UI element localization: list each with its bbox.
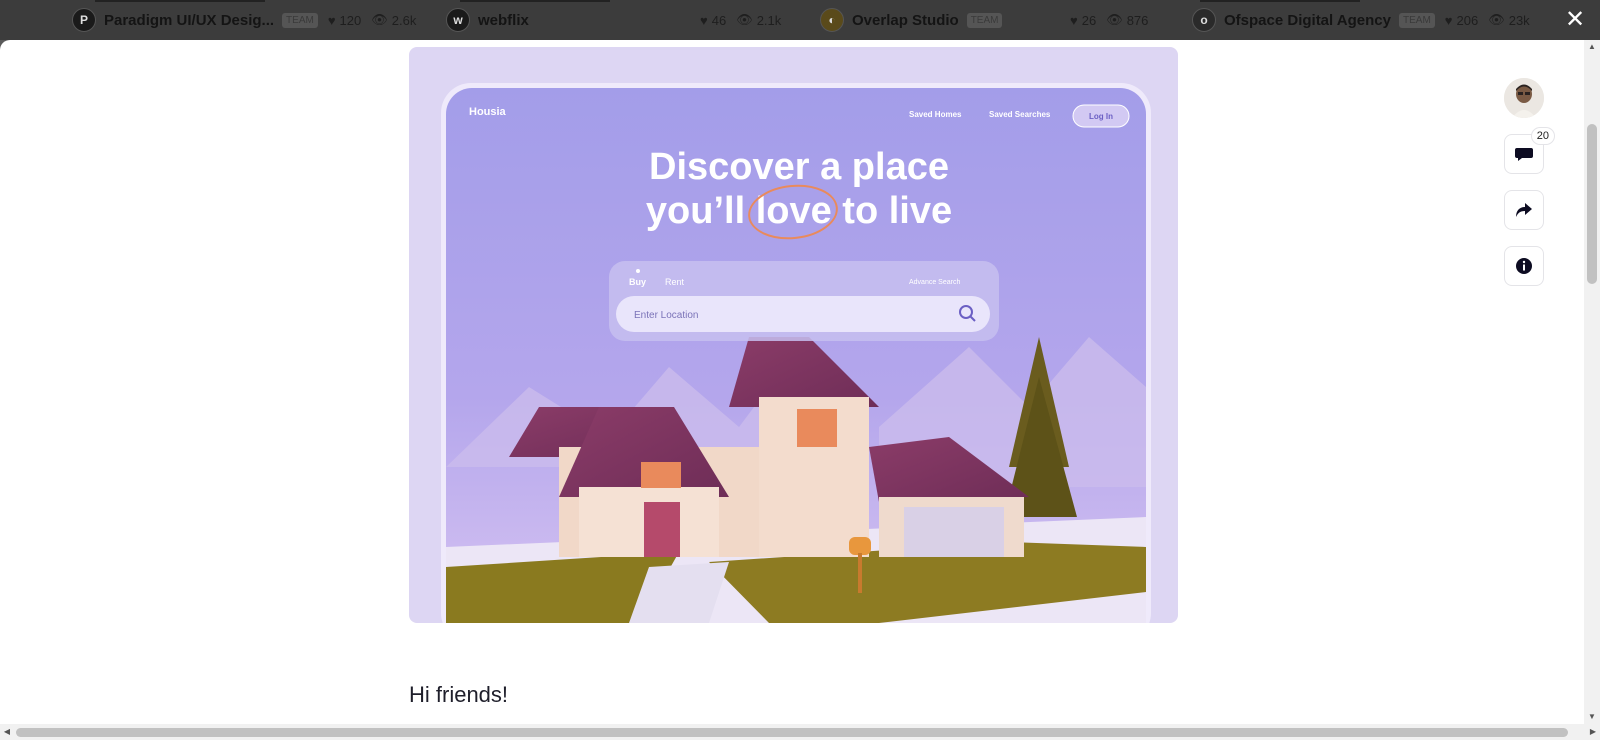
likes-stat: ♥ 26 [1070, 13, 1096, 28]
likes-count: 46 [711, 12, 727, 28]
close-icon[interactable]: ✕ [1562, 6, 1588, 32]
info-icon [1516, 258, 1532, 274]
likes-stat: ♥ 46 [700, 13, 726, 28]
feed-card-webflix-stats: ♥ 46 👁 2.1k [690, 0, 781, 40]
scroll-left-arrow-icon[interactable]: ◀ [0, 724, 14, 740]
heart-icon: ♥ [1444, 12, 1453, 28]
views-stat: 👁 23k [1488, 12, 1529, 28]
team-badge: TEAM [1399, 12, 1435, 28]
eye-icon: 👁 [736, 12, 753, 27]
hero-headline-2: you’ll love to live [646, 190, 952, 232]
login-button: Log In [1089, 112, 1113, 121]
avatar-image [1504, 78, 1544, 118]
team-badge: TEAM [966, 12, 1003, 28]
designer-avatar[interactable] [1504, 78, 1544, 118]
tab-buy: Buy [629, 277, 646, 287]
views-stat: 👁 2.6k [371, 12, 416, 28]
likes-stat: ♥ 120 [328, 13, 361, 28]
horizontal-scroll-thumb[interactable] [16, 728, 1568, 737]
paradigm-logo: P [72, 8, 96, 32]
headline-part: to live [832, 190, 952, 232]
vertical-scroll-thumb[interactable] [1587, 124, 1597, 284]
tab-rent: Rent [665, 277, 685, 287]
comment-icon [1515, 148, 1533, 161]
hero-headline-1: Discover a place [649, 146, 949, 188]
background-feed: P Paradigm UI/UX Desig... TEAM ♥ 120 👁 2.6… [0, 0, 1600, 40]
eye-icon: 👁 [1488, 12, 1505, 27]
views-stat: 👁 2.1k [736, 12, 781, 28]
horizontal-scrollbar[interactable]: ◀ ▶ [0, 724, 1600, 740]
description-greeting: Hi friends! [409, 682, 509, 707]
comments-button[interactable]: 20 [1504, 127, 1555, 174]
housia-brand: Housia [469, 106, 507, 118]
likes-count: 120 [339, 12, 362, 28]
heart-icon: ♥ [327, 12, 336, 28]
views-count: 23k [1508, 12, 1530, 28]
action-column: 20 [1504, 78, 1555, 286]
feed-card-ofspace[interactable]: o Ofspace Digital Agency TEAM ♥ 206 👁 23k [1192, 0, 1530, 40]
likes-count: 26 [1081, 12, 1097, 28]
feed-card-webflix[interactable]: w webflix [446, 0, 529, 40]
scroll-down-arrow-icon[interactable]: ▼ [1584, 710, 1600, 724]
shot-modal: Housia Saved Homes Saved Searches Log In… [0, 40, 1600, 740]
views-count: 2.6k [391, 12, 417, 28]
card-title: Paradigm UI/UX Desig... [104, 11, 275, 29]
feed-card-overlap[interactable]: ◐ Overlap Studio TEAM [820, 0, 1003, 40]
headline-love: love [756, 190, 832, 232]
heart-icon: ♥ [1070, 12, 1078, 28]
webflix-logo: w [446, 8, 470, 32]
scroll-up-arrow-icon[interactable]: ▲ [1584, 40, 1600, 54]
nav-saved-homes: Saved Homes [909, 110, 962, 119]
heart-icon: ♥ [700, 12, 708, 28]
likes-stat: ♥ 206 [1445, 13, 1478, 28]
feed-card-overlap-stats: ♥ 26 👁 876 [1060, 0, 1148, 40]
nav-saved-searches: Saved Searches [989, 110, 1051, 119]
views-count: 876 [1126, 12, 1149, 28]
overlap-logo: ◐ [820, 8, 844, 32]
headline-part: you’ll [646, 190, 756, 232]
share-button[interactable] [1504, 190, 1544, 230]
card-title: Overlap Studio [852, 11, 959, 29]
ofspace-logo: o [1192, 8, 1216, 32]
shot-image: Housia Saved Homes Saved Searches Log In… [409, 47, 1178, 623]
advance-search-link: Advance Search [909, 279, 960, 286]
housia-illustration: Housia Saved Homes Saved Searches Log In… [441, 83, 1151, 623]
comments-count-badge: 20 [1530, 127, 1555, 145]
eye-icon: 👁 [1106, 12, 1123, 27]
team-badge: TEAM [282, 12, 318, 28]
location-placeholder: Enter Location [634, 310, 699, 321]
card-title: webflix [478, 11, 529, 29]
likes-count: 206 [1456, 12, 1479, 28]
vertical-scrollbar[interactable]: ▲ ▼ [1584, 40, 1600, 724]
card-title: Ofspace Digital Agency [1224, 11, 1391, 29]
views-count: 2.1k [756, 12, 782, 28]
share-icon [1516, 203, 1532, 217]
info-button[interactable] [1504, 246, 1544, 286]
scroll-right-arrow-icon[interactable]: ▶ [1586, 724, 1600, 740]
feed-card-paradigm[interactable]: P Paradigm UI/UX Desig... TEAM ♥ 120 👁 2.6… [72, 0, 416, 40]
views-stat: 👁 876 [1106, 12, 1148, 28]
eye-icon: 👁 [371, 12, 388, 27]
